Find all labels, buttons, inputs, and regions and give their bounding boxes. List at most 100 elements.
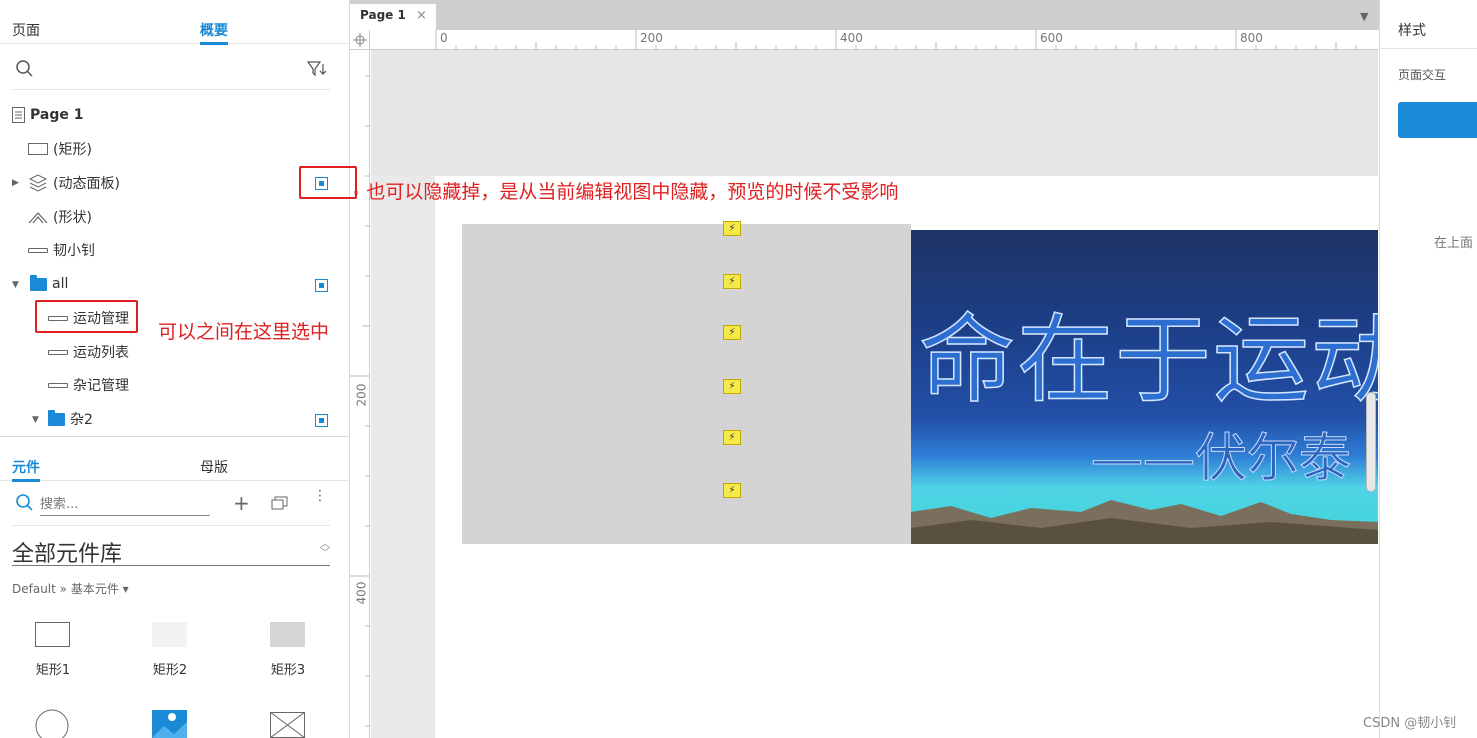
outline-item-notes-manage[interactable]: 杂记管理 xyxy=(48,372,129,398)
library-breadcrumb[interactable]: Default » 基本元件 ▾ xyxy=(12,580,129,597)
watermark: CSDN @韧小钊 xyxy=(1363,716,1457,731)
canvas-scrollbar[interactable] xyxy=(1366,392,1376,492)
hint-text: 在上面 xyxy=(1434,236,1474,251)
ruler-tick-label: 600 xyxy=(1040,31,1063,45)
banner-title: 命在于运动 xyxy=(918,303,1378,417)
pages-outline-tabs: 页面 概要 xyxy=(0,0,349,45)
interaction-bolt-icon[interactable]: ⚡ xyxy=(723,274,741,289)
banner-subtitle: ——伏尔泰 xyxy=(1090,429,1352,490)
ruler-tick-label: 800 xyxy=(1240,31,1263,45)
library-name: 全部元件库 xyxy=(12,542,123,567)
collapse-caret-icon[interactable]: ▼ xyxy=(12,280,19,290)
annotation-hide-note: ◦ 也可以隐藏掉，是从当前编辑视图中隐藏，预览的时候不受影响 xyxy=(352,181,899,203)
interaction-bolt-icon[interactable]: ⚡ xyxy=(723,325,741,340)
add-library-icon[interactable]: + xyxy=(233,491,250,515)
interaction-bolt-icon[interactable]: ⚡ xyxy=(723,221,741,236)
outline-item-label: 运动列表 xyxy=(73,345,129,361)
widget-label: 矩形1 xyxy=(35,663,71,678)
textfield-icon xyxy=(48,349,68,355)
outline-item-label: (矩形) xyxy=(53,142,92,158)
library-select[interactable]: 全部元件库 ︿ ﹀ xyxy=(12,536,330,567)
tab-pages[interactable]: 页面 xyxy=(12,20,40,40)
outline-item-dynamic-panel[interactable]: (动态面板) xyxy=(28,170,120,196)
rectangle2-widget-icon[interactable] xyxy=(152,622,187,647)
widget-label: 矩形3 xyxy=(270,663,306,678)
image-widget-icon[interactable] xyxy=(152,708,188,738)
outline-folder-all[interactable]: all xyxy=(30,271,68,297)
style-tab[interactable]: 样式 xyxy=(1398,20,1426,40)
outline-item-label: Page 1 xyxy=(30,107,84,123)
textfield-icon xyxy=(48,382,68,388)
outline-item-label: (动态面板) xyxy=(53,176,120,192)
folder-icon xyxy=(48,409,65,426)
search-icon[interactable] xyxy=(16,494,34,512)
ruler-tick-label: 200 xyxy=(354,383,369,407)
outline-item-label: 杂2 xyxy=(70,412,93,428)
ruler-corner xyxy=(350,30,370,50)
interaction-bolt-icon[interactable]: ⚡ xyxy=(723,379,741,394)
crosshair-icon xyxy=(353,33,367,47)
rectangle3-widget-icon[interactable] xyxy=(270,622,305,647)
tab-outline[interactable]: 概要 xyxy=(200,20,228,45)
outline-item-label: 韧小钊 xyxy=(53,243,95,259)
more-options-icon[interactable]: ⋮ xyxy=(313,489,327,503)
layers-icon xyxy=(28,174,48,192)
visibility-toggle-icon[interactable] xyxy=(315,414,328,427)
highlight-box-visibility xyxy=(299,166,357,199)
library-tabs: 元件 母版 xyxy=(0,437,349,482)
banner-image[interactable]: 命在于运动 ——伏尔泰 xyxy=(911,230,1378,544)
outline-item-label: (形状) xyxy=(53,210,92,226)
updown-icon: ︿ ﹀ xyxy=(320,539,330,559)
tab-masters[interactable]: 母版 xyxy=(200,457,228,477)
widget-search-input[interactable] xyxy=(40,494,210,516)
outline-item-label: 杂记管理 xyxy=(73,378,129,394)
annotation-select-note: 可以之间在这里选中 xyxy=(158,321,330,343)
rectangle1-widget-icon[interactable] xyxy=(35,622,70,647)
tab-widgets[interactable]: 元件 xyxy=(12,457,40,482)
divider xyxy=(12,525,330,526)
ruler-tick-label: 0 xyxy=(440,31,448,45)
rectangle-icon xyxy=(28,143,48,155)
filter-icon[interactable] xyxy=(307,60,327,78)
mountains-graphic xyxy=(911,500,1378,544)
tabs-dropdown-icon[interactable]: ▼ xyxy=(1360,10,1368,23)
outline-item-label: all xyxy=(52,276,69,292)
outline-item-shape[interactable]: (形状) xyxy=(28,204,92,230)
ruler-tick-label: 400 xyxy=(354,581,369,605)
library-copy-icon[interactable] xyxy=(271,496,289,510)
textfield-icon xyxy=(28,247,48,253)
ellipse-widget-icon[interactable] xyxy=(35,708,71,738)
search-icon[interactable] xyxy=(16,60,34,78)
outline-folder-za2[interactable]: 杂2 xyxy=(48,406,93,432)
ruler-tick-label: 400 xyxy=(840,31,863,45)
placeholder-widget-icon[interactable] xyxy=(270,712,306,738)
page-interaction-label: 页面交互 xyxy=(1398,68,1447,82)
shape-icon xyxy=(28,212,48,224)
outline-page[interactable]: Page 1 xyxy=(12,102,83,128)
ruler-tick-label: 200 xyxy=(640,31,663,45)
interaction-bolt-icon[interactable]: ⚡ xyxy=(723,483,741,498)
horizontal-ruler: 0 200 400 600 800 xyxy=(370,30,1378,50)
expand-caret-icon[interactable]: ▶ xyxy=(12,178,19,188)
collapse-caret-icon[interactable]: ▼ xyxy=(32,415,39,425)
tab-label: Page 1 xyxy=(360,8,406,22)
canvas-header-area[interactable] xyxy=(371,50,1378,176)
outline-item-rect[interactable]: (矩形) xyxy=(28,136,92,162)
visibility-toggle-icon[interactable] xyxy=(315,279,328,292)
page-icon xyxy=(12,107,25,123)
close-icon[interactable]: × xyxy=(416,8,427,23)
outline-search-row[interactable] xyxy=(12,54,330,90)
interaction-bolt-icon[interactable]: ⚡ xyxy=(723,430,741,445)
divider xyxy=(1380,48,1477,49)
vertical-ruler: 200 400 xyxy=(350,50,370,738)
tab-page1[interactable]: Page 1 × xyxy=(350,4,436,30)
highlight-box-selection xyxy=(35,300,138,333)
dynamic-panel-gray[interactable] xyxy=(462,224,911,544)
new-interaction-button[interactable] xyxy=(1398,102,1477,138)
right-panel: 样式 页面交互 在上面 xyxy=(1379,0,1477,738)
outline-item-sport-list[interactable]: 运动列表 xyxy=(48,339,129,365)
folder-icon xyxy=(30,274,47,291)
outline-item-text[interactable]: 韧小钊 xyxy=(28,237,95,263)
left-panel: 页面 概要 Page 1 (矩形) ▶ (动态面板) (形状) 韧小钊 ▼ al… xyxy=(0,0,350,738)
widget-label: 矩形2 xyxy=(152,663,188,678)
